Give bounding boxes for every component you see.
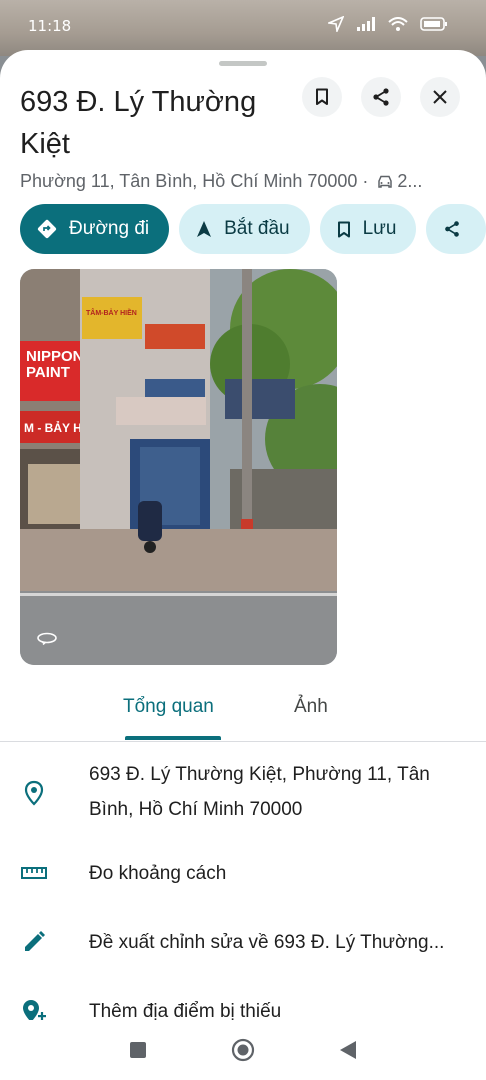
tab-bar: Tổng quan Ảnh	[0, 683, 486, 742]
navigation-arrow-icon	[197, 221, 212, 237]
street-view-photo[interactable]: NIPPON PAINT M - BẢY HIỀN TÂM-BẢY HIỀN	[20, 269, 337, 665]
place-bottom-sheet: 693 Đ. Lý Thường Kiệt Phường 11, Tân Bìn…	[0, 50, 486, 1080]
save-icon-button[interactable]	[302, 77, 342, 117]
place-title: 693 Đ. Lý Thường Kiệt	[20, 86, 257, 160]
system-navigation-bar	[0, 1020, 486, 1080]
status-bar: 11:18	[0, 0, 486, 56]
sign-nippon-2: PAINT	[26, 364, 70, 381]
suggest-edit-text: Đề xuất chỉnh sửa về 693 Đ. Lý Thường...	[89, 932, 445, 953]
measure-distance-row[interactable]: Đo khoảng cách	[0, 856, 486, 892]
save-button[interactable]: Lưu	[319, 204, 417, 254]
close-icon	[433, 90, 447, 104]
car-icon	[378, 175, 393, 188]
directions-button[interactable]: Đường đi	[20, 204, 170, 254]
status-icons	[328, 16, 448, 32]
home-icon	[231, 1038, 255, 1062]
place-address-line: Phường 11, Tân Bình, Hồ Chí Minh 70000 ·	[20, 171, 374, 191]
location-pin-icon	[20, 779, 48, 807]
recents-icon	[130, 1042, 146, 1058]
battery-icon	[420, 17, 447, 31]
back-triangle-icon	[340, 1041, 356, 1059]
directions-icon	[37, 219, 57, 239]
save-label: Lưu	[362, 218, 397, 239]
sign-nippon-1: NIPPON	[26, 348, 84, 365]
wifi-icon	[388, 16, 408, 31]
share-icon-button[interactable]	[361, 77, 401, 117]
drag-handle[interactable]	[219, 61, 267, 66]
home-button[interactable]	[229, 1036, 257, 1064]
bookmark-icon	[337, 221, 350, 237]
back-button[interactable]	[334, 1036, 362, 1064]
location-arrow-icon	[328, 16, 344, 32]
action-chips: Đường đi Bắt đầu Lưu	[20, 204, 486, 254]
share-icon	[445, 221, 460, 237]
measure-distance-text: Đo khoảng cách	[89, 863, 227, 884]
status-time: 11:18	[28, 17, 72, 35]
address-text: 693 Đ. Lý Thường Kiệt, Phường 11, Tân Bì…	[89, 764, 430, 820]
drive-time: 2...	[397, 171, 423, 191]
tab-photos[interactable]: Ảnh	[294, 696, 328, 718]
signal-icon	[357, 17, 375, 31]
edit-pencil-icon	[20, 928, 48, 956]
ruler-icon	[20, 859, 48, 887]
directions-label: Đường đi	[69, 218, 150, 239]
active-tab-indicator	[125, 736, 221, 740]
suggest-edit-row[interactable]: Đề xuất chỉnh sửa về 693 Đ. Lý Thường...	[0, 925, 486, 961]
place-subtitle: Phường 11, Tân Bình, Hồ Chí Minh 70000 ·…	[20, 171, 466, 192]
share-icon	[373, 88, 389, 106]
recents-button[interactable]	[124, 1036, 152, 1064]
tab-overview[interactable]: Tổng quan	[123, 696, 214, 718]
share-chip[interactable]	[426, 204, 486, 254]
start-label: Bắt đầu	[224, 218, 290, 239]
bookmark-icon	[316, 88, 328, 105]
close-button[interactable]	[420, 77, 460, 117]
start-button[interactable]: Bắt đầu	[179, 204, 310, 254]
360-view-icon[interactable]	[36, 631, 58, 645]
address-row[interactable]: 693 Đ. Lý Thường Kiệt, Phường 11, Tân Bì…	[0, 757, 486, 833]
